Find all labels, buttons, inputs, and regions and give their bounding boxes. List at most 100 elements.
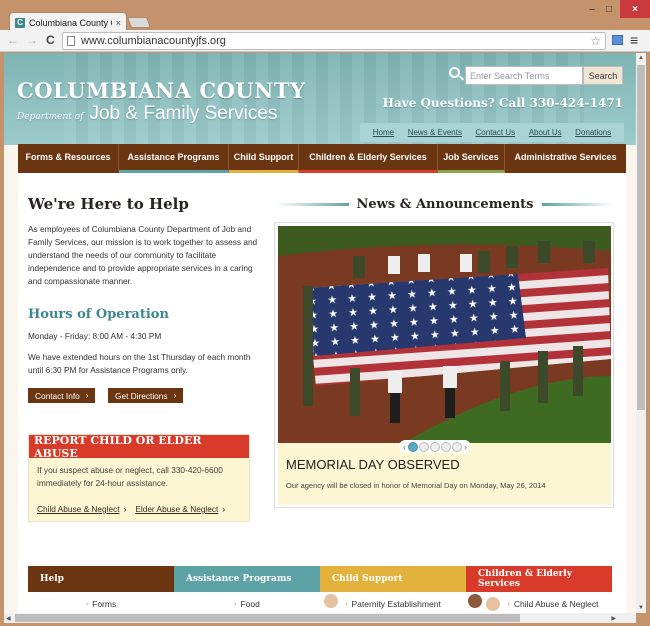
quick-col-child-support: Child Support › Paternity Establishment bbox=[320, 566, 466, 613]
report-abuse-text: If you suspect abuse or neglect, call 33… bbox=[37, 465, 223, 488]
elder-abuse-link[interactable]: Elder Abuse & Neglect bbox=[135, 504, 218, 514]
site-subtitle[interactable]: Department of Job & Family Services bbox=[17, 103, 277, 125]
bookmark-star-icon[interactable]: ☆ bbox=[590, 34, 601, 48]
nav-job-services[interactable]: Job Services bbox=[438, 144, 505, 173]
window-close-button[interactable]: × bbox=[620, 0, 650, 18]
utility-link-contact-us[interactable]: Contact Us bbox=[476, 128, 516, 137]
get-directions-button[interactable]: Get Directions › bbox=[108, 388, 184, 403]
chevron-right-icon: › bbox=[507, 600, 510, 608]
browser-tab[interactable]: C Columbiana County Ohio × bbox=[9, 12, 127, 32]
news-slide-text: Our agency will be closed in honor of Me… bbox=[286, 481, 546, 490]
new-tab-button[interactable] bbox=[126, 17, 152, 28]
news-carousel: ★ bbox=[274, 222, 614, 508]
quick-item-label: Forms bbox=[92, 599, 117, 609]
contact-info-label: Contact Info bbox=[35, 390, 80, 401]
nav-forms-resources[interactable]: Forms & Resources bbox=[18, 144, 119, 173]
hours-schedule: Monday - Friday: 8:00 AM - 4:30 PM bbox=[28, 331, 162, 341]
search-button[interactable]: Search bbox=[583, 66, 623, 85]
phone-banner: Have Questions? Call 330-424-1471 bbox=[382, 96, 623, 110]
browser-titlebar: C Columbiana County Ohio × – □ × bbox=[0, 0, 650, 32]
reload-icon[interactable]: C bbox=[46, 33, 55, 47]
nav-children-elderly-services[interactable]: Children & Elderly Services bbox=[299, 144, 438, 173]
search-icon bbox=[449, 67, 460, 78]
vertical-scrollbar[interactable]: ▲ ▼ bbox=[636, 53, 646, 613]
carousel-dot[interactable] bbox=[452, 441, 462, 452]
divider bbox=[541, 202, 615, 206]
child-photo bbox=[324, 594, 338, 608]
browser-toolbar: ← → C www.columbianacountyjfs.org ☆ ≡ bbox=[0, 30, 650, 52]
page-icon bbox=[67, 36, 75, 46]
scroll-up-icon[interactable]: ▲ bbox=[638, 55, 644, 61]
scroll-left-icon[interactable]: ◀ bbox=[6, 615, 11, 622]
site-header: COLUMBIANA COUNTY Department of Job & Fa… bbox=[4, 53, 636, 145]
divider bbox=[276, 202, 349, 206]
tab-close-icon[interactable]: × bbox=[116, 18, 121, 28]
chevron-right-icon: › bbox=[85, 391, 89, 400]
help-heading: We're Here to Help bbox=[28, 195, 189, 213]
scroll-down-icon[interactable]: ▼ bbox=[638, 605, 644, 611]
news-slide-image[interactable]: ★ bbox=[278, 226, 611, 446]
nav-child-support[interactable]: Child Support bbox=[229, 144, 299, 173]
extended-hours-text: We have extended hours on the 1st Thursd… bbox=[28, 352, 251, 375]
quick-col-children-elderly: Children & Elderly Services › Child Abuse… bbox=[466, 566, 612, 613]
minimize-button[interactable]: – bbox=[584, 0, 600, 18]
nav-assistance-programs[interactable]: Assistance Programs bbox=[119, 144, 229, 173]
carousel-prev-icon[interactable]: ‹ bbox=[402, 442, 407, 452]
chevron-right-icon: › bbox=[222, 504, 226, 514]
quick-item[interactable]: › Forms bbox=[28, 592, 174, 613]
nav-administrative-services[interactable]: Administrative Services bbox=[505, 144, 626, 173]
child-abuse-link[interactable]: Child Abuse & Neglect bbox=[37, 504, 120, 514]
address-bar[interactable]: www.columbianacountyjfs.org ☆ bbox=[62, 32, 606, 50]
horizontal-scroll-thumb[interactable] bbox=[15, 614, 520, 622]
quick-heading-assistance-programs[interactable]: Assistance Programs bbox=[174, 566, 320, 592]
quick-col-help: Help › Forms bbox=[28, 566, 174, 613]
quick-heading-help[interactable]: Help bbox=[28, 566, 174, 592]
tab-title: Columbiana County Ohio bbox=[29, 17, 112, 28]
get-directions-label: Get Directions bbox=[115, 390, 168, 401]
utility-link-news-events[interactable]: News & Events bbox=[408, 128, 462, 137]
utility-link-home[interactable]: Home bbox=[373, 128, 394, 137]
carousel-dot[interactable] bbox=[441, 441, 451, 452]
hours-heading: Hours of Operation bbox=[28, 307, 169, 322]
url-text[interactable]: www.columbianacountyjfs.org bbox=[81, 35, 226, 47]
utility-link-about-us[interactable]: About Us bbox=[529, 128, 562, 137]
maximize-button[interactable]: □ bbox=[601, 0, 617, 18]
carousel-dot[interactable] bbox=[430, 441, 440, 452]
chevron-right-icon: › bbox=[85, 600, 89, 608]
chevron-right-icon: › bbox=[345, 600, 348, 608]
main-nav: Forms & Resources Assistance Programs Ch… bbox=[18, 144, 626, 173]
back-icon[interactable]: ← bbox=[7, 33, 19, 47]
quick-item[interactable]: › Food bbox=[174, 592, 320, 613]
child-photo bbox=[468, 594, 482, 608]
carousel-dot[interactable] bbox=[408, 441, 418, 452]
quick-heading-child-support[interactable]: Child Support bbox=[320, 566, 466, 592]
quick-item[interactable]: › Child Abuse & Neglect bbox=[466, 592, 612, 613]
subtitle-department: Department of bbox=[17, 112, 84, 122]
mission-text: As employees of Columbiana County Depart… bbox=[28, 224, 258, 286]
site-title[interactable]: COLUMBIANA COUNTY bbox=[17, 78, 305, 103]
vertical-scroll-thumb[interactable] bbox=[637, 65, 645, 410]
forward-icon[interactable]: → bbox=[26, 33, 38, 47]
search-input[interactable] bbox=[465, 66, 583, 85]
contact-info-button[interactable]: Contact Info › bbox=[28, 388, 96, 403]
scroll-right-icon[interactable]: ▶ bbox=[611, 615, 616, 622]
news-header: News & Announcements bbox=[276, 194, 615, 214]
quick-links: Help › Forms Assistance Programs › Food Ch… bbox=[28, 566, 612, 613]
quick-heading-children-elderly-services[interactable]: Children & Elderly Services bbox=[466, 566, 612, 592]
utility-link-donations[interactable]: Donations bbox=[575, 128, 611, 137]
carousel-controls: ‹ › bbox=[399, 440, 471, 453]
abuse-links: Child Abuse & Neglect › Elder Abuse & Neg… bbox=[37, 504, 225, 514]
news-slide-title[interactable]: MEMORIAL DAY OBSERVED bbox=[286, 457, 460, 472]
extension-icon[interactable] bbox=[612, 35, 623, 45]
report-abuse-heading: REPORT CHILD OR ELDER ABUSE bbox=[29, 434, 249, 460]
menu-icon[interactable]: ≡ bbox=[630, 32, 638, 48]
horizontal-scrollbar[interactable]: ◀ ▶ bbox=[4, 613, 636, 623]
carousel-next-icon[interactable]: › bbox=[463, 442, 468, 452]
flag-photo: ★ bbox=[278, 226, 611, 446]
chevron-right-icon: › bbox=[123, 504, 127, 514]
carousel-dot[interactable] bbox=[419, 441, 429, 452]
quick-item[interactable]: › Paternity Establishment bbox=[320, 592, 466, 613]
chevron-right-icon: › bbox=[173, 391, 177, 400]
quick-item-label: Food bbox=[240, 599, 260, 609]
chevron-right-icon: › bbox=[234, 600, 237, 608]
